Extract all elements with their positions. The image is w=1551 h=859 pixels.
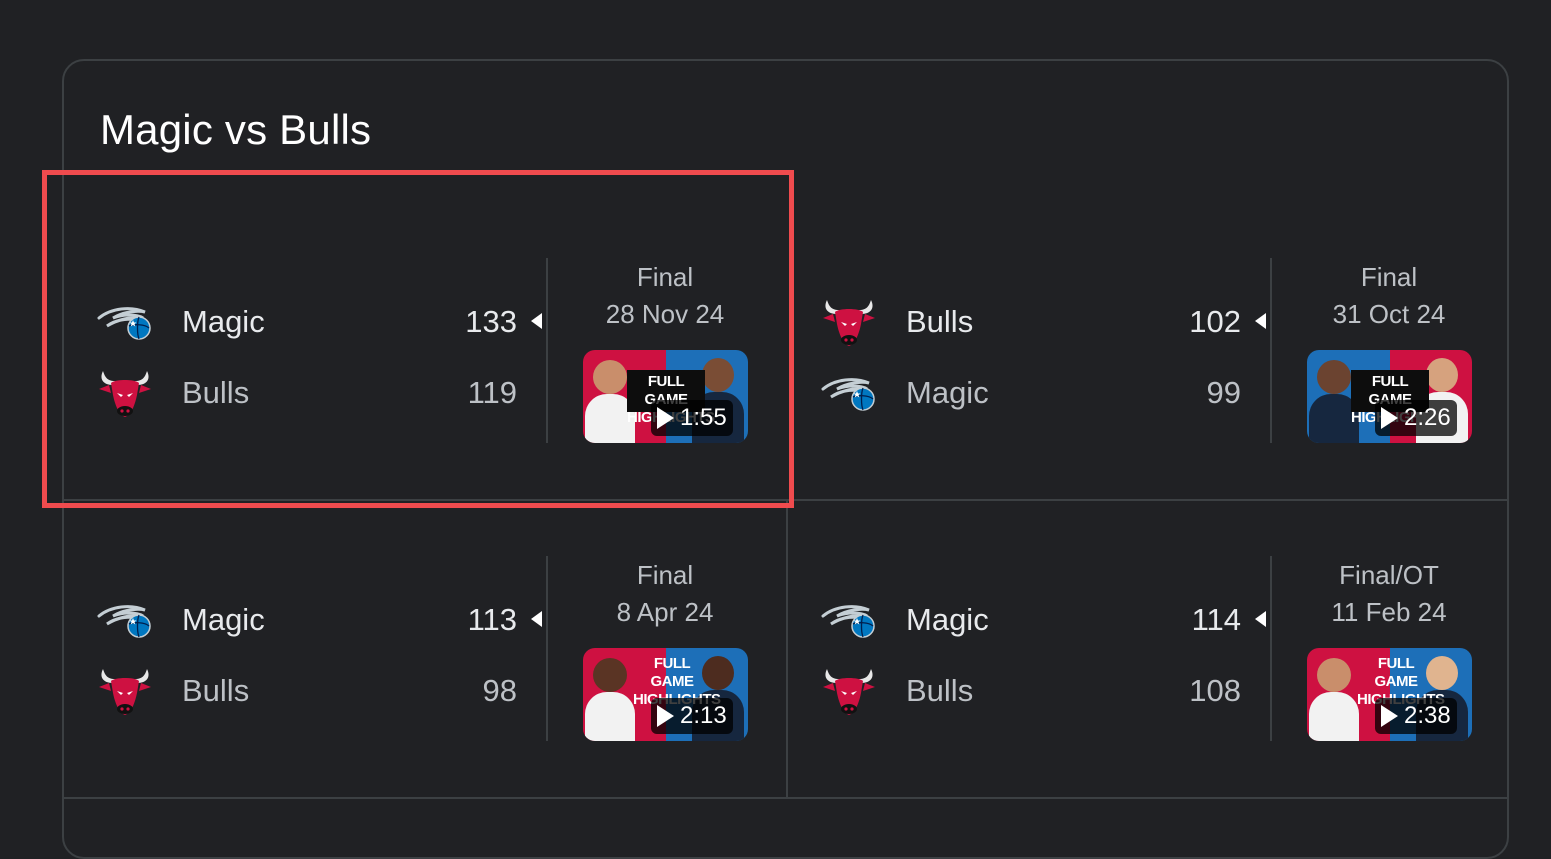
player-image xyxy=(1317,658,1351,692)
game-status: Final xyxy=(1360,262,1418,292)
player-image xyxy=(1426,358,1458,392)
team-name: Bulls xyxy=(906,673,974,708)
selection-highlight-box xyxy=(42,170,794,508)
video-duration: 2:13 xyxy=(651,698,733,734)
thumbnail-banner: FULL GAME HIGHLIGHTS xyxy=(1357,655,1445,708)
bulls-logo-icon xyxy=(97,663,153,719)
player-image xyxy=(1309,692,1359,741)
winner-arrow-icon xyxy=(531,611,542,627)
winner-arrow-icon xyxy=(1255,611,1266,627)
duration-label: 2:26 xyxy=(1404,404,1451,431)
game-status: Final xyxy=(636,560,694,590)
team-score: 108 xyxy=(1189,673,1241,708)
game-divider xyxy=(546,556,548,741)
highlights-video-thumbnail[interactable]: FULL GAME HIGHLIGHTS 2:26 xyxy=(1307,350,1472,443)
magic-logo-icon xyxy=(97,592,153,648)
card-title: Magic vs Bulls xyxy=(100,106,372,153)
player-image xyxy=(1317,360,1351,394)
play-icon xyxy=(1381,407,1398,429)
game-divider xyxy=(1270,556,1272,741)
duration-label: 2:38 xyxy=(1404,702,1451,729)
winner-arrow-icon xyxy=(1255,313,1266,329)
game-date: 8 Apr 24 xyxy=(616,597,714,627)
game-card[interactable]: Magic 113 Bulls 98 Final 8 Apr 24 FULL G… xyxy=(63,500,787,798)
team-name: Magic xyxy=(906,602,989,637)
bulls-logo-icon xyxy=(821,663,877,719)
play-icon xyxy=(1381,705,1398,727)
player-image xyxy=(585,692,635,741)
highlights-video-thumbnail[interactable]: FULL GAME HIGHLIGHTS 2:38 xyxy=(1307,648,1472,741)
duration-label: 2:13 xyxy=(680,702,727,729)
team-score: 102 xyxy=(1189,304,1241,339)
team-name: Magic xyxy=(906,375,989,410)
magic-logo-icon xyxy=(821,592,877,648)
magic-logo-icon xyxy=(821,365,877,421)
game-status: Final/OT xyxy=(1339,560,1439,590)
bulls-logo-icon xyxy=(821,294,877,350)
game-card[interactable]: Magic 114 Bulls 108 Final/OT 11 Feb 24 F… xyxy=(787,500,1511,798)
team-score: 114 xyxy=(1191,602,1241,637)
game-divider xyxy=(1270,258,1272,443)
team-row: Magic 113 xyxy=(63,590,547,650)
team-row: Bulls 102 xyxy=(787,292,1271,352)
team-name: Bulls xyxy=(906,304,974,339)
team-row: Bulls 98 xyxy=(63,661,547,721)
game-date: 11 Feb 24 xyxy=(1331,597,1447,627)
team-name: Magic xyxy=(182,602,265,637)
thumbnail-banner: FULL GAME HIGHLIGHTS xyxy=(633,655,721,708)
team-score: 98 xyxy=(482,673,517,708)
team-score: 99 xyxy=(1206,375,1241,410)
player-image xyxy=(593,658,627,692)
team-row: Bulls 108 xyxy=(787,661,1271,721)
play-icon xyxy=(657,705,674,727)
team-name: Bulls xyxy=(182,673,250,708)
video-duration: 2:38 xyxy=(1375,698,1457,734)
game-date: 31 Oct 24 xyxy=(1332,299,1446,329)
team-row: Magic 114 xyxy=(787,590,1271,650)
game-card[interactable]: Bulls 102 Magic 99 Final 31 Oct 24 FULL … xyxy=(787,202,1511,500)
highlights-video-thumbnail[interactable]: FULL GAME HIGHLIGHTS 2:13 xyxy=(583,648,748,741)
team-row: Magic 99 xyxy=(787,363,1271,423)
video-duration: 2:26 xyxy=(1375,400,1457,436)
team-score: 113 xyxy=(467,602,517,637)
